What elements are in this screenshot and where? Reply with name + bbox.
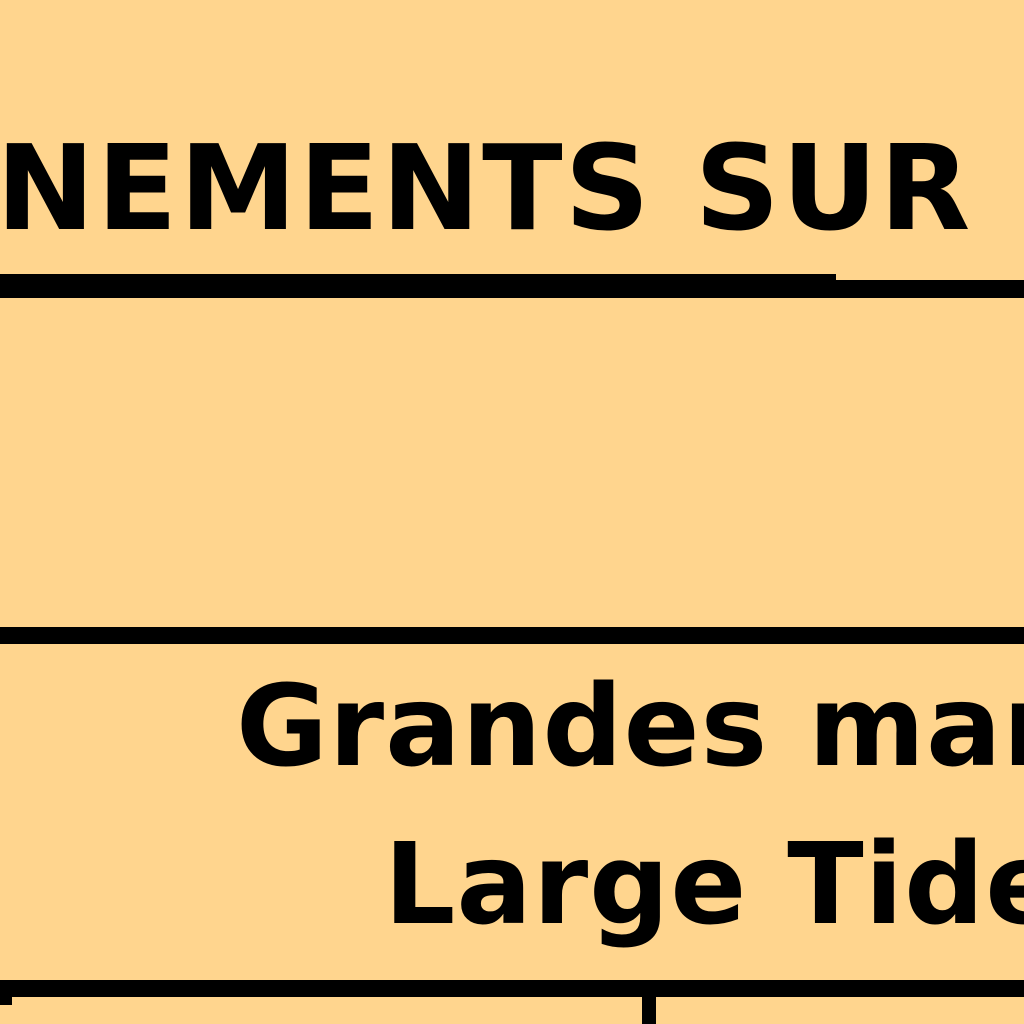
table-bottom-divider bbox=[0, 980, 1024, 997]
document-page: NEMENTS SUR LI Grandes maré Large Tides bbox=[0, 0, 1024, 1024]
table-row-divider bbox=[0, 627, 1024, 644]
heading-rule-continuation bbox=[836, 280, 1024, 298]
column-divider-center bbox=[642, 997, 656, 1024]
section-heading: NEMENTS SUR LI bbox=[0, 119, 1024, 257]
column-divider-left bbox=[0, 997, 12, 1005]
row-label-english: Large Tides bbox=[384, 820, 1024, 950]
row-label-french: Grandes maré bbox=[236, 662, 1024, 792]
heading-underline bbox=[0, 274, 836, 298]
